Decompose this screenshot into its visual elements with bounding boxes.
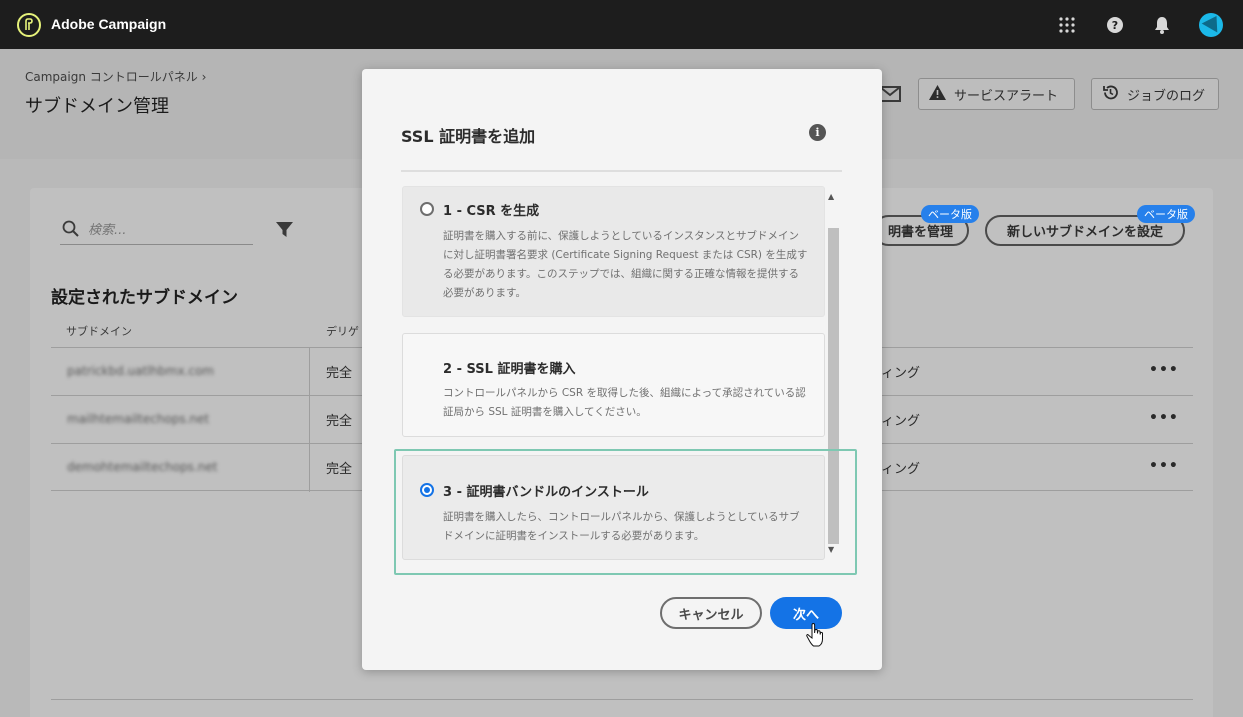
option-description: 証明書を購入する前に、保護しようとしているインスタンスとサブドメインに対し証明書… (443, 230, 808, 299)
row-status: ィング (881, 414, 921, 429)
search-input[interactable] (88, 222, 238, 238)
option-generate-csr[interactable]: 1 - CSR を生成 証明書を購入する前に、保護しようとしているインスタンスと… (402, 186, 825, 317)
history-icon (1102, 84, 1119, 105)
section-title: 設定されたサブドメイン (51, 288, 238, 308)
column-divider (309, 444, 310, 492)
row-subdomain: patrickbd.uatlhbmx.com (67, 364, 214, 378)
info-icon[interactable]: i (809, 124, 826, 141)
manage-certificates-label: 明書を管理 (887, 225, 953, 240)
page-title: サブドメイン管理 (25, 96, 169, 117)
dialog-title: SSL 証明書を追加 (401, 127, 536, 146)
adobe-campaign-logo-icon[interactable] (17, 13, 41, 37)
divider (401, 170, 842, 172)
row-subdomain: mailhtemailtechops.net (67, 412, 210, 426)
row-status: ィング (881, 462, 921, 477)
option-title: 3 - 証明書バンドルのインストール (443, 485, 649, 500)
radio-button-selected[interactable] (420, 483, 434, 497)
filter-icon[interactable] (276, 221, 293, 242)
beta-badge: ベータ版 (1137, 205, 1195, 223)
column-divider (309, 348, 310, 396)
add-ssl-certificate-dialog: SSL 証明書を追加 i 1 - CSR を生成 証明書を購入する前に、保護しよ… (362, 69, 882, 670)
cancel-button[interactable]: キャンセル (660, 597, 762, 629)
user-avatar[interactable] (1199, 13, 1223, 37)
search-icon (62, 220, 80, 241)
chevron-right-icon: › (201, 70, 207, 84)
column-divider (309, 396, 310, 444)
row-delegation: 完全 (326, 462, 353, 477)
svg-text:?: ? (1112, 19, 1118, 32)
scroll-down-arrow-icon[interactable]: ▼ (828, 545, 834, 554)
row-delegation: 完全 (326, 366, 353, 381)
notifications-bell-icon[interactable] (1152, 15, 1172, 35)
column-header-delegation[interactable]: デリゲ (326, 323, 359, 339)
scrollbar-thumb[interactable] (828, 228, 839, 544)
option-description: コントロールパネルから CSR を取得した後、組織によって承認されている認証局か… (443, 387, 806, 418)
option-purchase-ssl[interactable]: 2 - SSL 証明書を購入 コントロールパネルから CSR を取得した後、組織… (402, 333, 825, 437)
apps-grid-icon[interactable] (1057, 15, 1077, 35)
warning-icon (929, 84, 946, 104)
beta-badge: ベータ版 (921, 205, 979, 223)
more-actions-icon[interactable]: ••• (1149, 458, 1179, 474)
job-log-label: ジョブのログ (1127, 88, 1206, 104)
divider (51, 699, 1193, 700)
more-actions-icon[interactable]: ••• (1149, 410, 1179, 426)
more-actions-icon[interactable]: ••• (1149, 362, 1179, 378)
row-delegation: 完全 (326, 414, 353, 429)
row-status: ィング (881, 366, 921, 381)
new-subdomain-label: 新しいサブドメインを設定 (1006, 225, 1163, 240)
row-subdomain: demohtemailtechops.net (67, 460, 218, 474)
service-alert-button[interactable]: サービスアラート (918, 78, 1075, 110)
option-title: 2 - SSL 証明書を購入 (443, 362, 576, 377)
search-bar[interactable] (60, 216, 253, 245)
help-icon[interactable]: ? (1105, 15, 1125, 35)
breadcrumb[interactable]: Campaign コントロールパネル › (25, 68, 206, 85)
app-title: Adobe Campaign (51, 16, 167, 32)
radio-button[interactable] (420, 202, 434, 216)
options-scroll-area[interactable]: 1 - CSR を生成 証明書を購入する前に、保護しようとしているインスタンスと… (401, 186, 842, 562)
option-install-bundle[interactable]: 3 - 証明書バンドルのインストール 証明書を購入したら、コントロールパネルから… (402, 455, 825, 560)
service-alert-label: サービスアラート (954, 88, 1059, 104)
column-header-subdomain[interactable]: サブドメイン (66, 323, 132, 339)
option-description: 証明書を購入したら、コントロールパネルから、保護しようとしているサブドメインに証… (443, 511, 800, 542)
option-title: 1 - CSR を生成 (443, 204, 540, 219)
top-bar: Adobe Campaign ? (0, 0, 1243, 49)
breadcrumb-link[interactable]: Campaign コントロールパネル (25, 70, 198, 84)
scroll-up-arrow-icon[interactable]: ▲ (828, 192, 834, 201)
hand-pointer-cursor-icon (806, 622, 824, 647)
job-log-button[interactable]: ジョブのログ (1091, 78, 1219, 110)
